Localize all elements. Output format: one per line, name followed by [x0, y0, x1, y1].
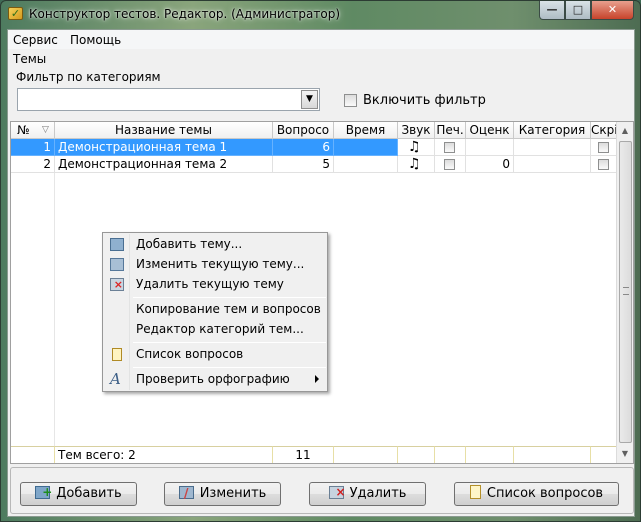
scroll-up-icon[interactable]: ▲: [617, 122, 633, 139]
row-print[interactable]: [435, 156, 466, 173]
row-category: [514, 139, 591, 156]
delete-icon: [328, 481, 346, 503]
question-list-icon: [112, 348, 122, 361]
print-checkbox[interactable]: [444, 142, 455, 153]
themes-label: Темы: [13, 52, 47, 66]
menu-item-category-editor[interactable]: Редактор категорий тем...: [105, 320, 326, 340]
music-note-icon: ♫: [408, 156, 421, 172]
edit-icon: [178, 484, 194, 506]
context-menu: Добавить тему... Изменить текущую тему..…: [102, 232, 328, 392]
column-header-hidden[interactable]: Скрі: [591, 122, 618, 139]
menu-item-question-list[interactable]: Список вопросов: [105, 345, 326, 365]
menu-separator: [133, 297, 326, 298]
row-grade: 0: [466, 156, 514, 173]
row-category: [514, 156, 591, 173]
window-title: Конструктор тестов. Редактор. (Администр…: [29, 7, 340, 21]
filter-label: Фильтр по категориям: [16, 70, 161, 84]
row-num: 1: [11, 139, 55, 156]
clipboard-icon: [469, 485, 481, 499]
row-questions: 5: [273, 156, 334, 173]
filter-icon[interactable]: ▽: [42, 122, 49, 138]
column-header-sound[interactable]: Звук: [398, 122, 435, 139]
menu-separator: [133, 367, 326, 368]
enable-filter-checkbox[interactable]: [344, 94, 357, 107]
menu-bar: Сервис Помощь: [8, 30, 634, 49]
menu-separator: [133, 342, 326, 343]
menu-item-spellcheck[interactable]: A Проверить орфографию: [105, 370, 326, 390]
column-header-grade[interactable]: Оценк: [466, 122, 514, 139]
menu-item-add-theme[interactable]: Добавить тему...: [105, 235, 326, 255]
title-bar[interactable]: ✓ Конструктор тестов. Редактор. (Админис…: [1, 1, 640, 27]
row-time: [334, 139, 398, 156]
footer-cell: [398, 446, 435, 463]
minimize-button[interactable]: —: [539, 1, 565, 20]
maximize-button[interactable]: □: [565, 1, 591, 20]
hidden-checkbox[interactable]: [598, 159, 609, 170]
scroll-thumb[interactable]: [619, 141, 632, 443]
footer-cell: [466, 446, 514, 463]
scroll-down-icon[interactable]: ▼: [617, 445, 633, 462]
column-header-print[interactable]: Печ.: [435, 122, 466, 139]
footer-cell: [514, 446, 591, 463]
column-header-time[interactable]: Время: [334, 122, 398, 139]
menu-item-copy-themes[interactable]: Копирование тем и вопросов: [105, 300, 326, 320]
category-filter-combo[interactable]: ▼: [17, 88, 320, 111]
add-button[interactable]: Добавить: [20, 481, 137, 506]
enable-filter-label[interactable]: Включить фильтр: [363, 93, 486, 108]
close-button[interactable]: ✕: [591, 1, 634, 20]
row-name: Демонстрационная тема 1: [55, 139, 273, 156]
print-checkbox[interactable]: [444, 159, 455, 170]
main-window: ✓ Конструктор тестов. Редактор. (Админис…: [0, 0, 641, 522]
row-print[interactable]: [435, 139, 466, 156]
menu-item-edit-theme[interactable]: Изменить текущую тему...: [105, 255, 326, 275]
column-divider: [54, 173, 55, 446]
delete-theme-icon: ×: [110, 278, 124, 291]
menu-service[interactable]: Сервис: [13, 33, 58, 47]
row-hidden[interactable]: [591, 156, 618, 173]
app-check-icon: ✓: [8, 7, 23, 20]
vertical-scrollbar[interactable]: ▲ ▼: [616, 122, 633, 463]
footer-num-cell: [11, 446, 55, 463]
row-name: Демонстрационная тема 2: [55, 156, 273, 173]
menu-help[interactable]: Помощь: [70, 33, 121, 47]
column-header-questions[interactable]: Вопросо: [273, 122, 334, 139]
row-sound[interactable]: ♫: [398, 156, 435, 173]
row-questions: 6: [273, 139, 334, 156]
submenu-arrow-icon: [315, 375, 319, 383]
row-sound[interactable]: ♫: [398, 139, 435, 156]
column-header-name[interactable]: Название темы: [55, 122, 273, 139]
dropdown-arrow-icon[interactable]: ▼: [301, 90, 318, 109]
question-list-button[interactable]: Список вопросов: [454, 482, 619, 506]
row-num: 2: [11, 156, 55, 173]
column-header-num[interactable]: № ▽: [11, 122, 55, 139]
footer-cell: [435, 446, 466, 463]
footer-cell: [334, 446, 398, 463]
window-controls: — □ ✕: [539, 1, 634, 21]
hidden-checkbox[interactable]: [598, 142, 609, 153]
row-grade: [466, 139, 514, 156]
footer-total-questions: 11: [273, 446, 334, 463]
music-note-icon: ♫: [408, 139, 421, 155]
row-time: [334, 156, 398, 173]
menu-item-delete-theme[interactable]: × Удалить текущую тему: [105, 275, 326, 295]
row-hidden[interactable]: [591, 139, 618, 156]
edit-theme-icon: [110, 258, 124, 271]
add-icon: [35, 481, 52, 503]
spellcheck-icon: A: [110, 370, 121, 388]
add-theme-icon: [110, 238, 124, 251]
footer-cell: [591, 446, 618, 463]
column-header-category[interactable]: Категория: [514, 122, 591, 139]
delete-button[interactable]: Удалить: [309, 481, 426, 506]
footer-total-label: Тем всего: 2: [55, 446, 273, 463]
button-bar: Добавить Изменить Удалить Список вопросо…: [10, 467, 634, 514]
edit-button[interactable]: Изменить: [164, 482, 281, 506]
